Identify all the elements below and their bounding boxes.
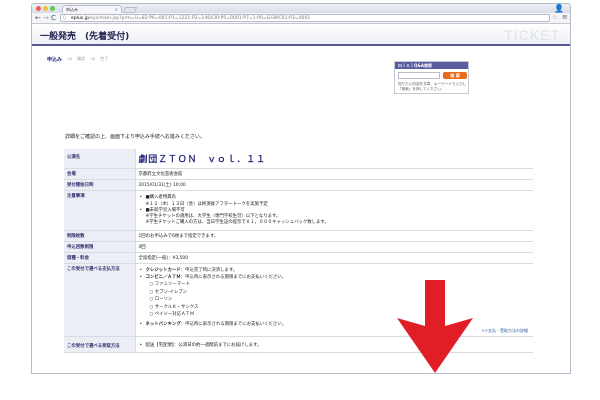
notice-item: ■未就学児入場不可 [139, 208, 531, 215]
price-value: 全席指定(一般)：¥3,500 [135, 252, 533, 264]
row-label: 申込回数制限 [64, 241, 136, 253]
page-header: 一般発売 (先着受付) TICKET [32, 24, 570, 46]
limit-value: 1回のお申込みで6枚まで指定できます。 [135, 230, 533, 242]
bookmark-star-icon[interactable]: ☆ [552, 14, 557, 21]
url-path: /sys/main.jsp?prm=U=82:P6=001:P1=1221:P2… [88, 16, 311, 21]
page-content: 一般発売 (先着受付) TICKET 申込み ➜ 確認 ➜ 完了 ｍｉｎｉQ&A… [31, 24, 571, 374]
table-row: 席種・料金 全席指定(一般)：¥3,500 [64, 252, 533, 264]
row-label: 会場 [64, 168, 136, 180]
address-bar[interactable]: ▯ eplus.jp/sys/main.jsp?prm=U=82:P6=001:… [60, 14, 550, 22]
qa-note: 知りたい内容を文章、キーワードで入力し「検索」を押してください。 [398, 82, 467, 91]
table-row: 注意事項 ■購入者特典有 ※１２（木）１３日（金）は終演後アフタートークを実施予… [64, 190, 533, 231]
profile-icon[interactable]: 👤 [554, 4, 564, 13]
row-label: 注意事項 [64, 190, 136, 231]
row-label: 公演名 [64, 149, 136, 169]
step-arrow-icon: ➜ [66, 55, 73, 63]
table-row: 申込回数制限 4回 [64, 241, 533, 253]
table-row: 会場 京都府立文化芸術会館 [64, 168, 533, 180]
page-icon: ▯ [63, 15, 66, 21]
table-row: 受付開始日時 2015/01/31(土) 10:00 [64, 179, 533, 191]
browser-toolbar: ← → C ▯ eplus.jp/sys/main.jsp?prm=U=82:P… [31, 13, 571, 24]
qa-search-input[interactable] [398, 72, 440, 79]
tab-title: 申込み [66, 7, 78, 12]
apply-count-value: 4回 [135, 241, 533, 253]
step-apply: 申込み [47, 56, 63, 63]
notice-item: ■購入者特典有 [139, 195, 531, 202]
maximize-window-icon[interactable] [50, 6, 55, 11]
progress-steps: 申込み ➜ 確認 ➜ 完了 [47, 55, 108, 63]
notice-sub: ※学生チケットご購入の方は、当日学生証の提示で￥１，０００キャッシュバック致しま… [145, 220, 329, 225]
qa-search-button[interactable]: 検 索 [443, 72, 467, 79]
url-host: eplus.jp [71, 16, 89, 21]
reload-icon[interactable]: C [51, 14, 56, 22]
row-label: この受付で選べる受取方法 [64, 336, 136, 353]
minimize-window-icon[interactable] [43, 6, 48, 11]
row-label: 席種・料金 [64, 252, 136, 264]
row-label: 受付開始日時 [64, 179, 136, 191]
table-row: 制限枚数 1回のお申込みで6枚まで指定できます。 [64, 230, 533, 242]
row-label: 制限枚数 [64, 230, 136, 242]
row-label: この受付で選べる支払方法 [64, 263, 136, 337]
step-confirm: 確認 [77, 56, 86, 61]
venue-value: 京都府立文化芸術会館 [135, 168, 533, 180]
event-title: 劇団ＺＴＯＮ ｖｏｌ．１１ [138, 155, 266, 165]
close-window-icon[interactable] [36, 6, 41, 11]
ticket-logo: TICKET [504, 27, 560, 43]
qa-search-box: ｍｉｎｉQ&A検索 検 索 知りたい内容を文章、キーワードで入力し「検索」を押し… [394, 61, 469, 94]
browser-titlebar: 申込み × 👤 [31, 3, 571, 14]
down-arrow-icon [397, 280, 473, 373]
step-arrow-icon: ➜ [89, 55, 96, 63]
page-title: 一般発売 (先着受付) [40, 32, 130, 42]
intro-text: 詳細をご確認の上、画面下より申込み手続へお進みください。 [65, 134, 205, 140]
back-icon[interactable]: ← [35, 14, 41, 22]
forward-icon[interactable]: → [43, 14, 49, 22]
menu-icon[interactable]: ≡ [562, 13, 568, 21]
step-complete: 完了 [100, 56, 109, 61]
qa-title: ｍｉｎｉQ&A検索 [395, 62, 468, 69]
tab-close-icon[interactable]: × [115, 7, 118, 12]
table-row: 公演名 劇団ＺＴＯＮ ｖｏｌ．１１ [64, 149, 533, 169]
start-datetime-value: 2015/01/31(土) 10:00 [135, 179, 533, 191]
